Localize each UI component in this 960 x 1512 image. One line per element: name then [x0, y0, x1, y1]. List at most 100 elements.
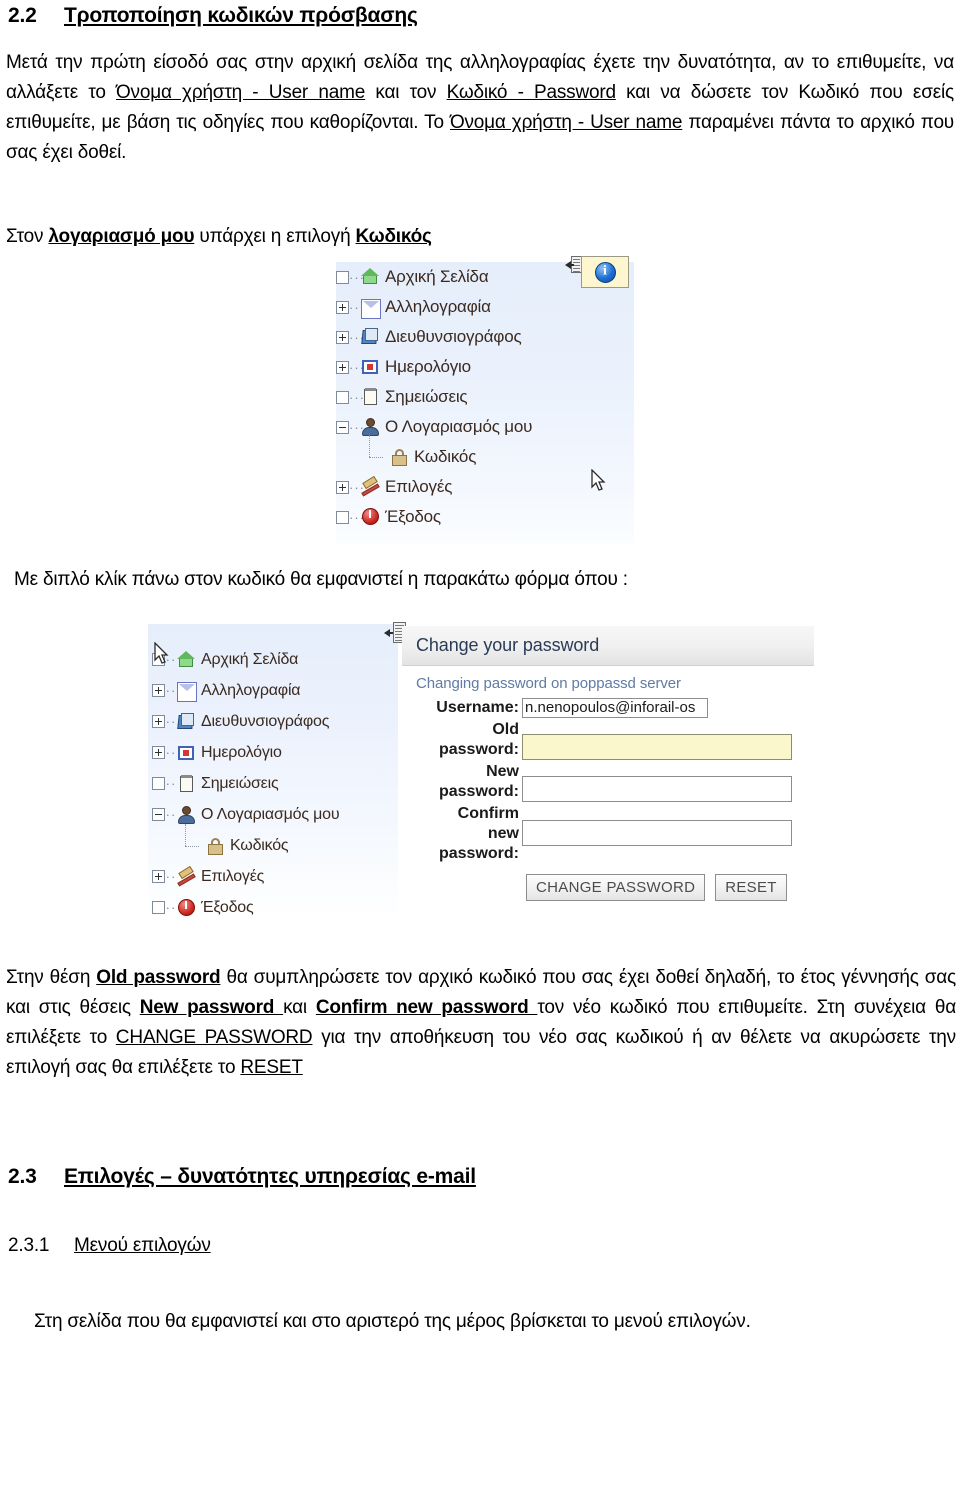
tree-item-options-label: Επιλογές	[385, 477, 453, 496]
expand-toggle-empty-icon[interactable]	[336, 510, 349, 524]
collapse-toggle-minus-icon[interactable]	[336, 420, 349, 434]
new-password-label-line2: password:	[438, 783, 519, 800]
account-text-2: υπάρχει η επιλογή	[194, 226, 356, 247]
info-tooltip-box[interactable]	[581, 256, 629, 288]
tree2-item-calendar[interactable]: ·· Ημερολόγιο	[152, 737, 398, 768]
tree-item-my-account[interactable]: ··· Ο Λογαριασμός μου	[336, 412, 634, 442]
tree-connector-dots: ··	[165, 745, 177, 760]
tree-item-notes[interactable]: ··· Σημειώσεις	[336, 382, 634, 412]
explain-link-reset: RESET	[240, 1057, 303, 1078]
heading-2-3-1: 2.3.1 Μενού επιλογών	[8, 1235, 952, 1257]
intro-link-username-2: Όνομα χρήστη - User name	[449, 112, 683, 133]
expand-toggle-plus-icon[interactable]	[152, 715, 165, 728]
intro-link-username-1: Όνομα χρήστη - User name	[116, 82, 366, 103]
tree-connector-dots: ··	[165, 683, 177, 698]
tree2-item-mail[interactable]: ·· Αλληλογραφία	[152, 675, 398, 706]
tree2-item-notes-label: Σημειώσεις	[201, 774, 279, 792]
screenshot-change-password: ·· Αρχική Σελίδα ·· Αλληλογραφία ·· Διευ…	[148, 622, 814, 932]
collapse-panel-arrow-tail	[388, 632, 393, 634]
form-button-row: CHANGE PASSWORD RESET	[402, 874, 814, 901]
calendar-icon	[361, 357, 381, 377]
tree2-item-addressbook[interactable]: ·· Διευθυνσιογράφος	[152, 706, 398, 737]
tree-item-mail[interactable]: ··· Αλληλογραφία	[336, 292, 634, 322]
power-icon	[361, 507, 381, 527]
power-icon	[177, 898, 197, 918]
user-icon	[361, 417, 381, 437]
mail-icon	[361, 298, 381, 319]
intro-text-2: και τον	[365, 82, 447, 103]
tree-item-addressbook[interactable]: ··· Διευθυνσιογράφος	[336, 322, 634, 352]
user-icon	[177, 805, 197, 825]
heading-2-3-1-number: 2.3.1	[8, 1235, 50, 1256]
tree-connector-dots: ··	[165, 652, 177, 667]
explain-text-3: και	[283, 997, 316, 1018]
lock-icon	[390, 447, 410, 467]
collapse-toggle-minus-icon[interactable]	[152, 808, 165, 821]
heading-2-2-title: Τροποποίηση κωδικών πρόσβασης	[64, 4, 418, 27]
expand-toggle-plus-icon[interactable]	[152, 684, 165, 697]
expand-toggle-empty-icon[interactable]	[336, 270, 349, 284]
paragraph-double-click: Με διπλό κλίκ πάνω στον κωδικό θα εμφανι…	[14, 569, 628, 590]
tree-item-logout[interactable]: ··· Έξοδος	[336, 502, 634, 532]
confirm-password-label-line2: new	[487, 825, 519, 842]
account-link-my-account: λογαριασμό μου	[48, 226, 195, 247]
reset-button[interactable]: RESET	[715, 874, 787, 901]
heading-2-2-number: 2.2	[8, 4, 37, 27]
tree-connector-dots: ···	[349, 389, 365, 405]
expand-toggle-plus-icon[interactable]	[336, 330, 349, 344]
expand-toggle-empty-icon[interactable]	[152, 777, 165, 790]
tree-item-calendar[interactable]: ··· Ημερολόγιο	[336, 352, 634, 382]
old-password-input[interactable]	[522, 734, 792, 760]
expand-toggle-empty-icon[interactable]	[152, 653, 165, 666]
notes-icon	[177, 774, 197, 794]
mail-icon	[177, 682, 197, 702]
expand-toggle-plus-icon[interactable]	[336, 300, 349, 314]
tree2-item-my-account[interactable]: ·· Ο Λογαριασμός μου	[152, 799, 398, 830]
change-password-button[interactable]: CHANGE PASSWORD	[526, 874, 706, 901]
tree2-item-home[interactable]: ·· Αρχική Σελίδα	[152, 644, 398, 675]
explain-text-1: Στην θέση	[6, 967, 97, 988]
username-label: Username:	[436, 699, 519, 716]
confirm-password-label: Confirm new password:	[402, 804, 522, 864]
form-row-new-password: New password:	[402, 762, 814, 802]
expand-toggle-plus-icon[interactable]	[336, 360, 349, 374]
explain-link-confirm-new-password: Confirm new password	[315, 997, 538, 1018]
explain-link-old-password: Old password	[96, 967, 221, 988]
tree2-item-addressbook-label: Διευθυνσιογράφος	[201, 712, 330, 730]
tree2-item-logout[interactable]: ·· Έξοδος	[152, 892, 398, 923]
old-password-label-line1: Old	[492, 721, 519, 738]
expand-toggle-empty-icon[interactable]	[336, 390, 349, 404]
change-password-form-panel: Change your password Changing password o…	[402, 626, 814, 901]
tree-connector-dots: ···	[349, 299, 365, 315]
notes-icon	[361, 387, 381, 407]
new-password-input[interactable]	[522, 776, 792, 802]
expand-toggle-empty-icon[interactable]	[152, 901, 165, 914]
form-row-confirm-password: Confirm new password:	[402, 804, 814, 864]
confirm-password-label-line1: Confirm	[457, 805, 519, 822]
confirm-password-input[interactable]	[522, 820, 792, 846]
expand-toggle-plus-icon[interactable]	[336, 480, 349, 494]
lock-icon	[206, 836, 226, 856]
tree2-item-password[interactable]: Κωδικός	[152, 823, 398, 861]
username-input[interactable]: n.nenopoulos@inforail-os	[522, 698, 708, 718]
tree2-item-notes[interactable]: ·· Σημειώσεις	[152, 768, 398, 799]
form-row-old-password: Old password:	[402, 720, 814, 760]
addressbook-icon	[177, 712, 197, 732]
tree-connector-dots: ···	[349, 329, 365, 345]
addressbook-icon	[361, 327, 381, 347]
tree2-item-options[interactable]: ·· Επιλογές	[152, 861, 398, 892]
tree-item-password[interactable]: Κωδικός	[336, 435, 634, 472]
tree-connector-dots: ···	[349, 509, 365, 525]
tree2-item-options-label: Επιλογές	[201, 867, 265, 885]
expand-toggle-plus-icon[interactable]	[152, 746, 165, 759]
tree-item-options[interactable]: ··· Επιλογές	[336, 472, 634, 502]
paragraph-explanation: Στην θέση Old password θα συμπληρώσετε τ…	[6, 963, 956, 1083]
paragraph-account: Στον λογαριασμό μου υπάρχει η επιλογή Κω…	[6, 222, 954, 252]
explain-link-new-password: New password	[139, 997, 284, 1018]
paragraph-intro: Μετά την πρώτη είσοδό σας στην αρχική σε…	[6, 48, 954, 168]
expand-toggle-plus-icon[interactable]	[152, 870, 165, 883]
collapse-panel-icon[interactable]	[565, 256, 582, 275]
tree-elbow-connector	[366, 435, 390, 467]
tree-connector-dots: ··	[165, 869, 177, 884]
navigation-tree-2: ·· Αρχική Σελίδα ·· Αλληλογραφία ·· Διευ…	[152, 644, 398, 923]
